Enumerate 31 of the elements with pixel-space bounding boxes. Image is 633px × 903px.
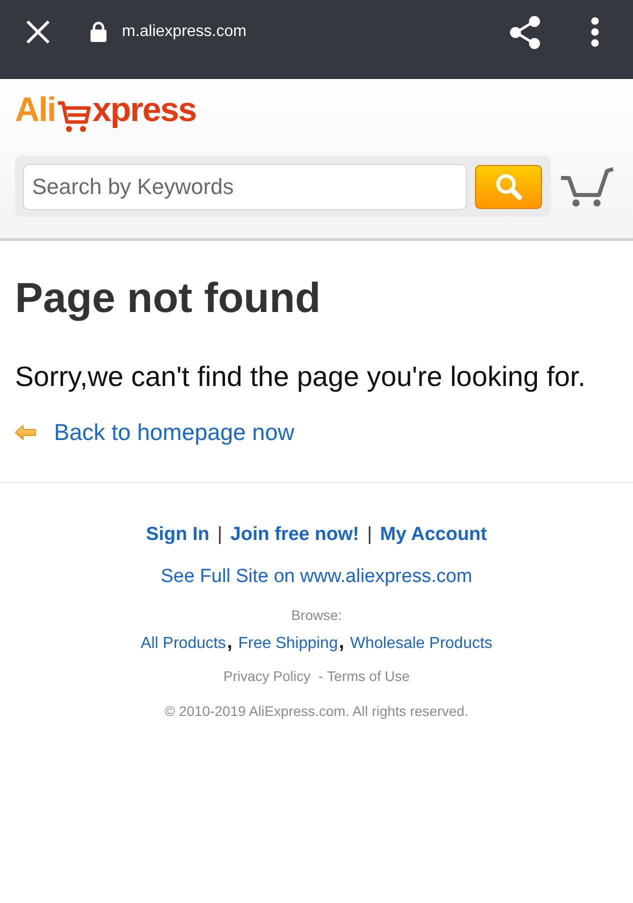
menu-icon[interactable] [590,17,600,47]
error-message: Sorry,we can't find the page you're looking for. [15,360,586,394]
search-field[interactable]: Search by Keywords [23,164,467,210]
separator-text: , [226,633,232,653]
separator-text: - [318,667,324,685]
footer-link[interactable]: Terms of Use [327,667,410,685]
close-icon[interactable] [26,20,50,44]
url-text[interactable]: m.aliexpress.com [122,16,246,48]
logo-text[interactable]: xpress [92,93,196,127]
cart-icon [57,99,92,133]
footer-link[interactable]: All Products [140,634,226,654]
lock-icon [90,21,107,42]
back-to-homepage-link[interactable]: Back to homepage now [54,417,294,447]
footer-link[interactable]: Free Shipping [238,634,338,654]
search-button[interactable] [475,164,542,208]
footer-link[interactable]: Sign In [146,523,210,547]
share-icon[interactable] [510,16,540,49]
separator-text: | [217,523,222,547]
separator-text: | [367,523,372,547]
footer-link[interactable]: Join free now! [230,523,360,547]
footer-link[interactable]: Privacy Policy [223,667,310,685]
page-title: Page not found [15,273,321,323]
browse-label: Browse: [291,606,342,624]
full-site-link[interactable]: See Full Site on www.aliexpress.com [160,565,472,589]
cart-icon[interactable] [560,166,614,206]
search-icon [495,173,522,200]
copyright-text: © 2010-2019 AliExpress.com. All rights reserved. [164,702,468,720]
footer-link[interactable]: Wholesale Products [350,634,492,654]
separator-text: , [338,633,344,653]
back-arrow-icon [15,424,36,440]
footer-link[interactable]: My Account [380,523,487,547]
